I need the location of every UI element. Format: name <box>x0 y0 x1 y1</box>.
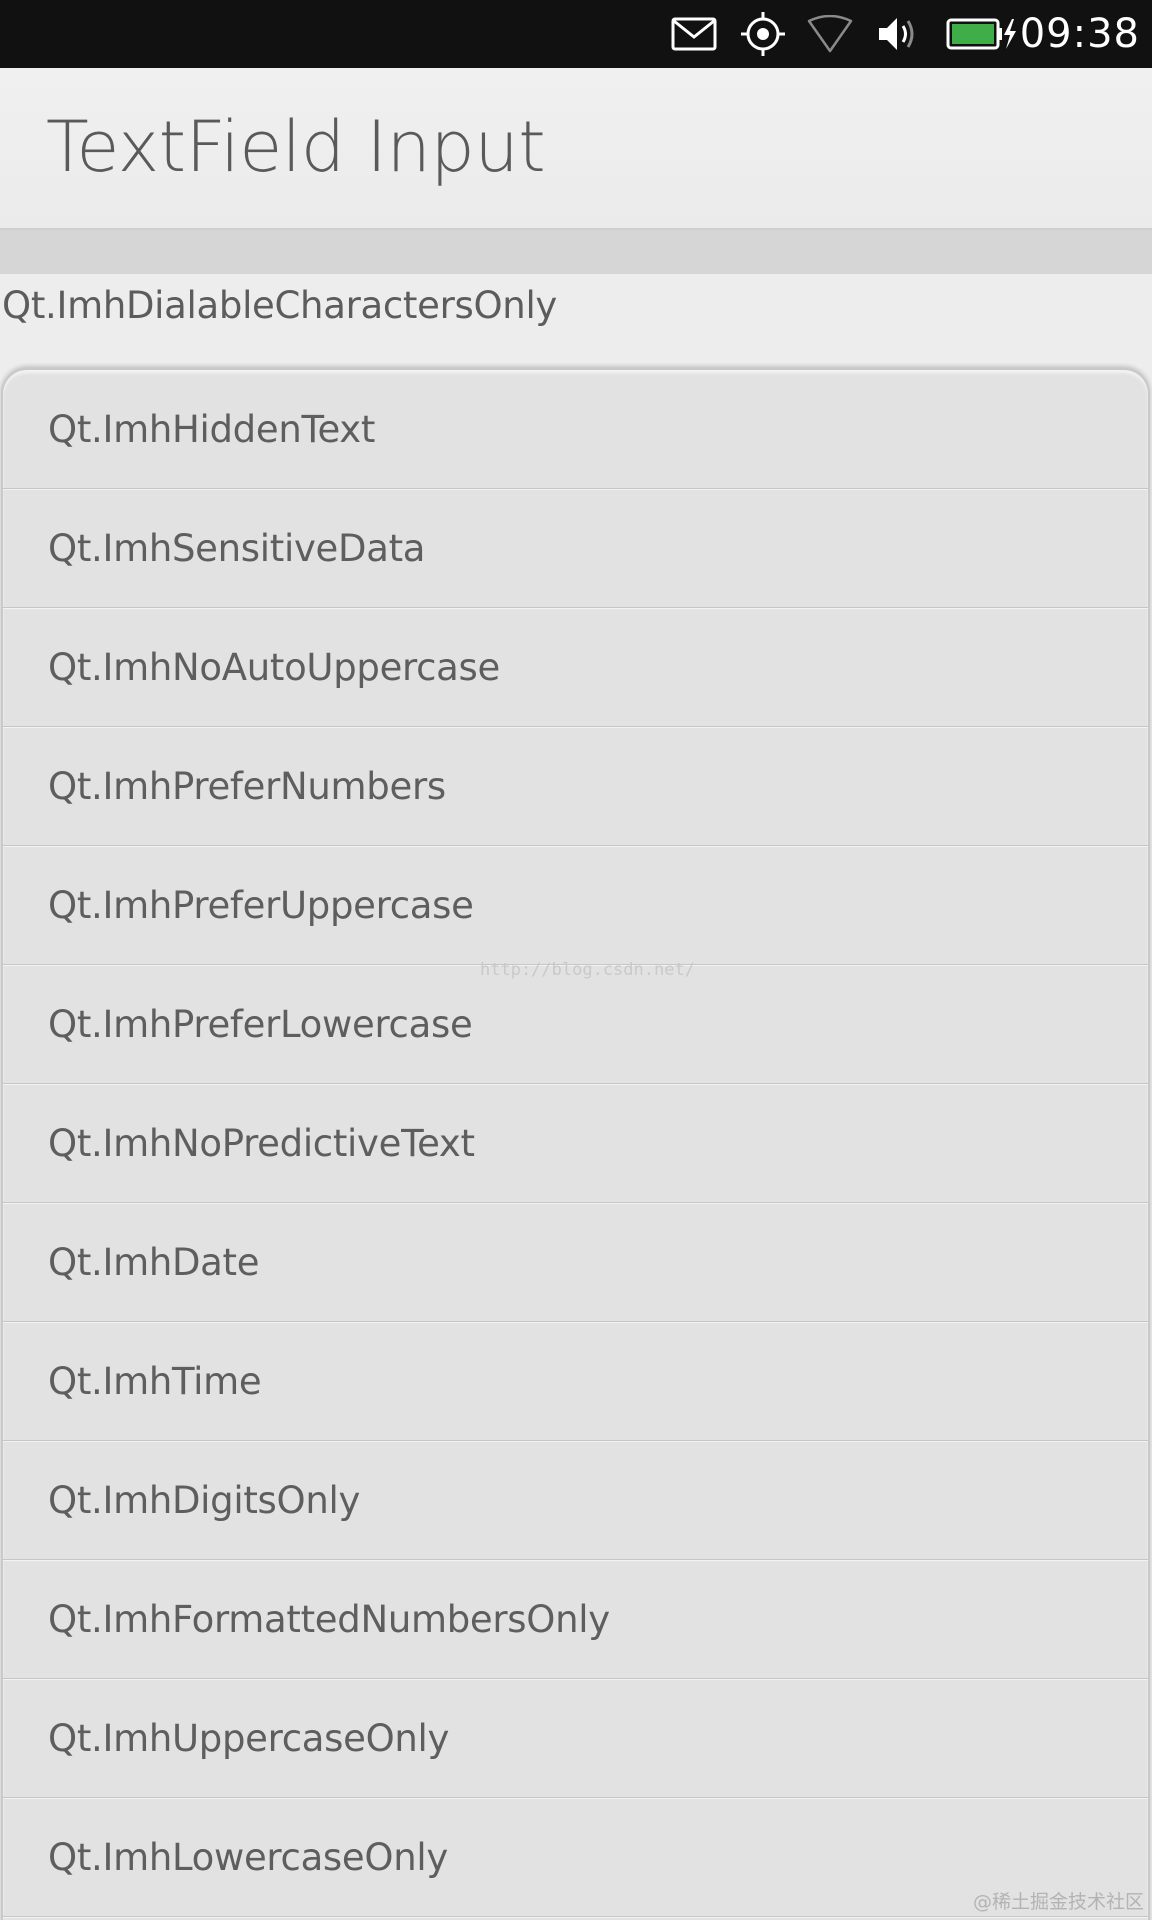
list-item[interactable]: Qt.ImhFormattedNumbersOnly <box>3 1560 1148 1679</box>
list-item[interactable]: Qt.ImhDigitsOnly <box>3 1441 1148 1560</box>
list-item-label: Qt.ImhFormattedNumbersOnly <box>48 1598 610 1641</box>
list-item[interactable]: Qt.ImhDate <box>3 1203 1148 1322</box>
list-item[interactable]: Qt.ImhTime <box>3 1322 1148 1441</box>
list-item-label: Qt.ImhNoAutoUppercase <box>48 646 500 689</box>
list-item[interactable]: Qt.ImhNoAutoUppercase <box>3 608 1148 727</box>
mail-icon[interactable] <box>670 0 718 68</box>
watermark-text: http://blog.csdn.net/ <box>480 960 695 980</box>
list-item-label: Qt.ImhSensitiveData <box>48 527 426 570</box>
screen: 09:38 TextField Input Qt.ImhDialableChar… <box>0 0 1152 1920</box>
wifi-icon[interactable] <box>806 0 854 68</box>
list-item[interactable]: Qt.ImhHiddenText <box>3 370 1148 489</box>
list-item-label: Qt.ImhNoPredictiveText <box>48 1122 475 1165</box>
clock: 09:38 <box>1019 11 1140 57</box>
text-field[interactable]: Qt.ImhDialableCharactersOnly <box>0 274 1152 364</box>
page-title: TextField Input <box>46 106 546 188</box>
text-field-value: Qt.ImhDialableCharactersOnly <box>2 284 558 327</box>
input-hints-popover: Qt.ImhHiddenText Qt.ImhSensitiveData Qt.Im… <box>1 368 1150 1920</box>
corner-watermark: @稀土掘金技术社区 <box>972 1891 1144 1913</box>
list-item[interactable]: Qt.ImhUppercaseOnly <box>3 1679 1148 1798</box>
list-item-label: Qt.ImhPreferNumbers <box>48 765 446 808</box>
list-item[interactable]: Qt.ImhSensitiveData <box>3 489 1148 608</box>
list-item-label: Qt.ImhHiddenText <box>48 408 376 451</box>
list-item[interactable]: Qt.ImhPreferNumbers <box>3 727 1148 846</box>
status-bar: 09:38 <box>0 0 1152 68</box>
list-item-label: Qt.ImhPreferUppercase <box>48 884 474 927</box>
header: TextField Input <box>0 68 1152 230</box>
list-item-label: Qt.ImhTime <box>48 1360 262 1403</box>
list-item-label: Qt.ImhDigitsOnly <box>48 1479 361 1522</box>
option-list: Qt.ImhHiddenText Qt.ImhSensitiveData Qt.Im… <box>3 370 1148 1917</box>
header-divider <box>0 230 1152 275</box>
list-item-label: Qt.ImhPreferLowercase <box>48 1003 473 1046</box>
list-item[interactable]: Qt.ImhNoPredictiveText <box>3 1084 1148 1203</box>
list-item-label: Qt.ImhUppercaseOnly <box>48 1717 450 1760</box>
list-item-label: Qt.ImhLowercaseOnly <box>48 1836 448 1879</box>
list-item[interactable]: Qt.ImhPreferUppercase <box>3 846 1148 965</box>
battery-charging-icon[interactable] <box>946 0 1018 68</box>
volume-icon[interactable] <box>876 0 922 68</box>
list-item-label: Qt.ImhDate <box>48 1241 260 1284</box>
location-icon[interactable] <box>738 0 788 68</box>
list-item[interactable]: Qt.ImhPreferLowercase <box>3 965 1148 1084</box>
